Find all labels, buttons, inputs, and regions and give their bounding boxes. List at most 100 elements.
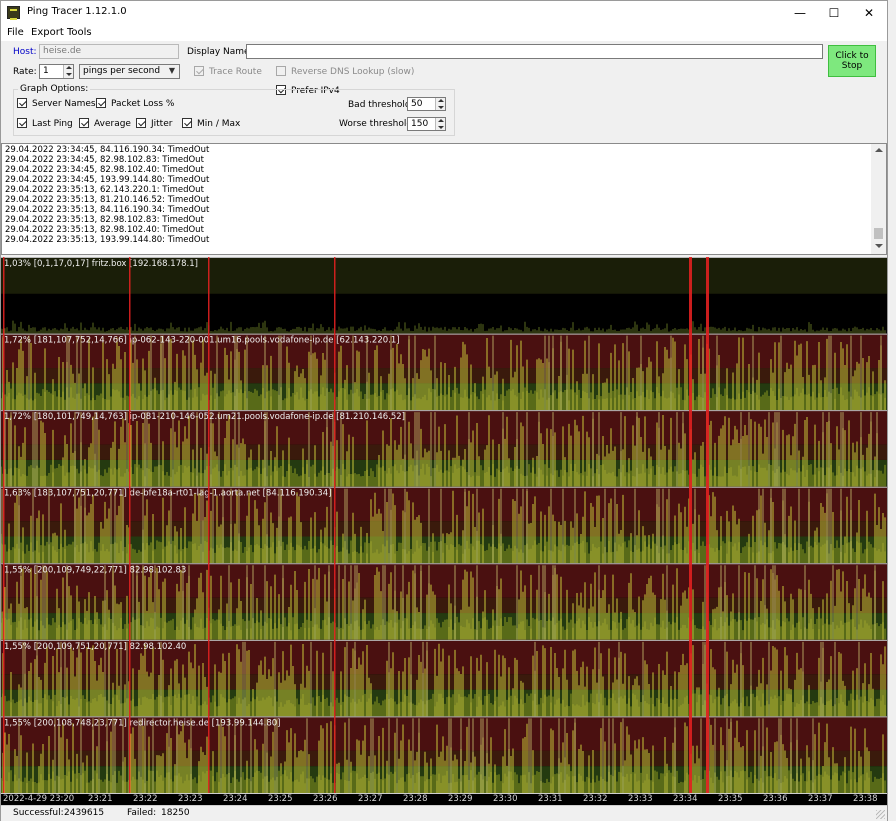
bad-threshold-value: 50 (411, 99, 423, 109)
stop-button-line2: Stop (841, 61, 863, 71)
minimize-icon: — (794, 6, 806, 20)
reverse-dns-label: Reverse DNS Lookup (slow) (291, 67, 415, 77)
min-max-label: Min / Max (197, 119, 241, 129)
successful-count: 2439615 (64, 808, 105, 818)
minimize-button[interactable]: — (783, 1, 817, 25)
log-line: 29.04.2022 23:35:13, 84.116.190.34: Time… (5, 205, 210, 215)
log-line: 29.04.2022 23:34:45, 84.116.190.34: Time… (5, 145, 210, 155)
timeline-tick: 23:35 (718, 794, 743, 804)
threshold-band-bad (1, 750, 887, 767)
last-ping-checkbox[interactable] (17, 118, 27, 128)
timeline-tick: 23:25 (268, 794, 293, 804)
jitter-label: Jitter (151, 119, 173, 129)
timeout-marker (129, 257, 131, 793)
log-line: 29.04.2022 23:34:45, 82.98.102.83: Timed… (5, 155, 204, 165)
scroll-thumb[interactable] (874, 228, 883, 239)
close-button[interactable]: ✕ (852, 1, 886, 25)
log-line: 29.04.2022 23:34:45, 193.99.144.80: Time… (5, 175, 210, 185)
worse-threshold-label: Worse threshold: (339, 119, 416, 129)
spin-arrows-icon[interactable] (63, 65, 73, 78)
menu-tools[interactable]: Tools (67, 27, 92, 38)
worse-threshold-value: 150 (411, 119, 429, 129)
graph-label: 1,55% [200,109,751,20,771] 82.98.102.40 (4, 642, 186, 652)
menu-file[interactable]: File (7, 27, 24, 38)
graph-label: 1,72% [181,107,752,14,766] ip-062-143-22… (4, 336, 400, 346)
timeline-tick: 23:31 (538, 794, 563, 804)
timeout-marker (208, 257, 210, 793)
timeline-tick: 23:30 (493, 794, 518, 804)
title-bar[interactable]: Ping Tracer 1.12.1.0 — ☐ ✕ (1, 1, 887, 25)
rate-label: Rate: (13, 67, 37, 77)
timeline-tick: 23:22 (133, 794, 158, 804)
status-bar: Successful: 2439615 Failed: 18250 (1, 805, 887, 821)
timeout-marker (689, 257, 692, 793)
threshold-band-ok (1, 613, 887, 640)
successful-label: Successful: (13, 808, 64, 818)
menu-export[interactable]: Export (31, 27, 64, 38)
server-names-label: Server Names (32, 99, 96, 109)
chevron-down-icon: ▼ (168, 66, 175, 75)
average-checkbox[interactable] (79, 118, 89, 128)
scroll-down-icon[interactable] (875, 244, 883, 248)
threshold-band-bad (1, 368, 887, 384)
timeline-tick: 23:36 (763, 794, 788, 804)
window-title: Ping Tracer 1.12.1.0 (27, 6, 127, 17)
rate-stepper[interactable]: 1 (39, 64, 74, 79)
log-line: 29.04.2022 23:35:13, 82.98.102.83: Timed… (5, 215, 204, 225)
timeline-tick: 23:37 (808, 794, 833, 804)
reverse-dns-checkbox[interactable] (276, 66, 286, 76)
threshold-band-ok (1, 766, 887, 793)
failed-count: 18250 (161, 808, 190, 818)
timeline-tick: 23:26 (313, 794, 338, 804)
average-label: Average (94, 119, 131, 129)
packet-loss-label: Packet Loss % (111, 99, 175, 109)
graph-label: 1,63% [183,107,751,20,771] de-bfe18a-rt0… (4, 489, 331, 499)
packet-loss-checkbox[interactable] (96, 98, 106, 108)
trace-route-label: Trace Route (209, 67, 262, 77)
bad-threshold-label: Bad threshold: (348, 100, 414, 110)
timeline-axis: 2022-4-29 23:20 23:21 23:22 23:23 23:24 … (1, 793, 887, 805)
jitter-checkbox[interactable] (136, 118, 146, 128)
graph-options-title: Graph Options: (18, 84, 91, 94)
timeline-tick: 23:38 (853, 794, 878, 804)
host-input[interactable]: heise.de (39, 44, 179, 59)
timeline-tick: 23:32 (583, 794, 608, 804)
log-scrollbar[interactable] (871, 144, 886, 254)
click-to-stop-button[interactable]: Click to Stop (828, 45, 876, 77)
resize-grip-icon[interactable] (876, 810, 885, 819)
rate-value: 1 (43, 66, 49, 76)
timeline-tick: 2022-4-29 23:20 (3, 794, 75, 804)
timeline-tick: 23:21 (88, 794, 113, 804)
threshold-band-bad (1, 674, 887, 690)
timeline-tick: 23:34 (673, 794, 698, 804)
timeline-tick: 23:33 (628, 794, 653, 804)
spin-arrows-icon[interactable] (435, 98, 445, 110)
timeline-tick: 23:24 (223, 794, 248, 804)
timeline-tick: 23:29 (448, 794, 473, 804)
worse-threshold-stepper[interactable]: 150 (407, 117, 446, 131)
threshold-band-bad (1, 597, 887, 614)
graph-label: 1,55% [200,108,748,23,771] redirector.he… (4, 718, 281, 728)
display-name-input[interactable] (246, 44, 823, 59)
bad-threshold-stepper[interactable]: 50 (407, 97, 446, 111)
stop-button-line1: Click to (835, 51, 869, 61)
scroll-up-icon[interactable] (875, 148, 883, 152)
ping-log[interactable]: 29.04.2022 23:34:45, 84.116.190.34: Time… (1, 143, 887, 255)
server-names-checkbox[interactable] (17, 98, 27, 108)
maximize-button[interactable]: ☐ (817, 1, 851, 25)
log-line: 29.04.2022 23:34:45, 82.98.102.40: Timed… (5, 165, 204, 175)
spin-arrows-icon[interactable] (435, 118, 445, 130)
ping-graphs-panel[interactable]: 1,03% [0,1,17,0,17] fritz.box [192.168.1… (0, 257, 887, 805)
maximize-icon: ☐ (828, 6, 840, 20)
graph-label: 1,55% [200,109,749,22,771] 82.98.102.83 (4, 565, 186, 575)
timeout-marker (3, 257, 5, 793)
rate-unit-select[interactable]: pings per second ▼ (79, 64, 180, 79)
close-icon: ✕ (863, 6, 875, 20)
rate-unit-value: pings per second (83, 66, 161, 76)
threshold-band-ok (1, 689, 887, 717)
min-max-checkbox[interactable] (182, 118, 192, 128)
log-line: 29.04.2022 23:35:13, 62.143.220.1: Timed… (5, 185, 204, 195)
last-ping-label: Last Ping (32, 119, 73, 129)
trace-route-checkbox[interactable] (194, 66, 204, 76)
app-icon (7, 6, 20, 20)
